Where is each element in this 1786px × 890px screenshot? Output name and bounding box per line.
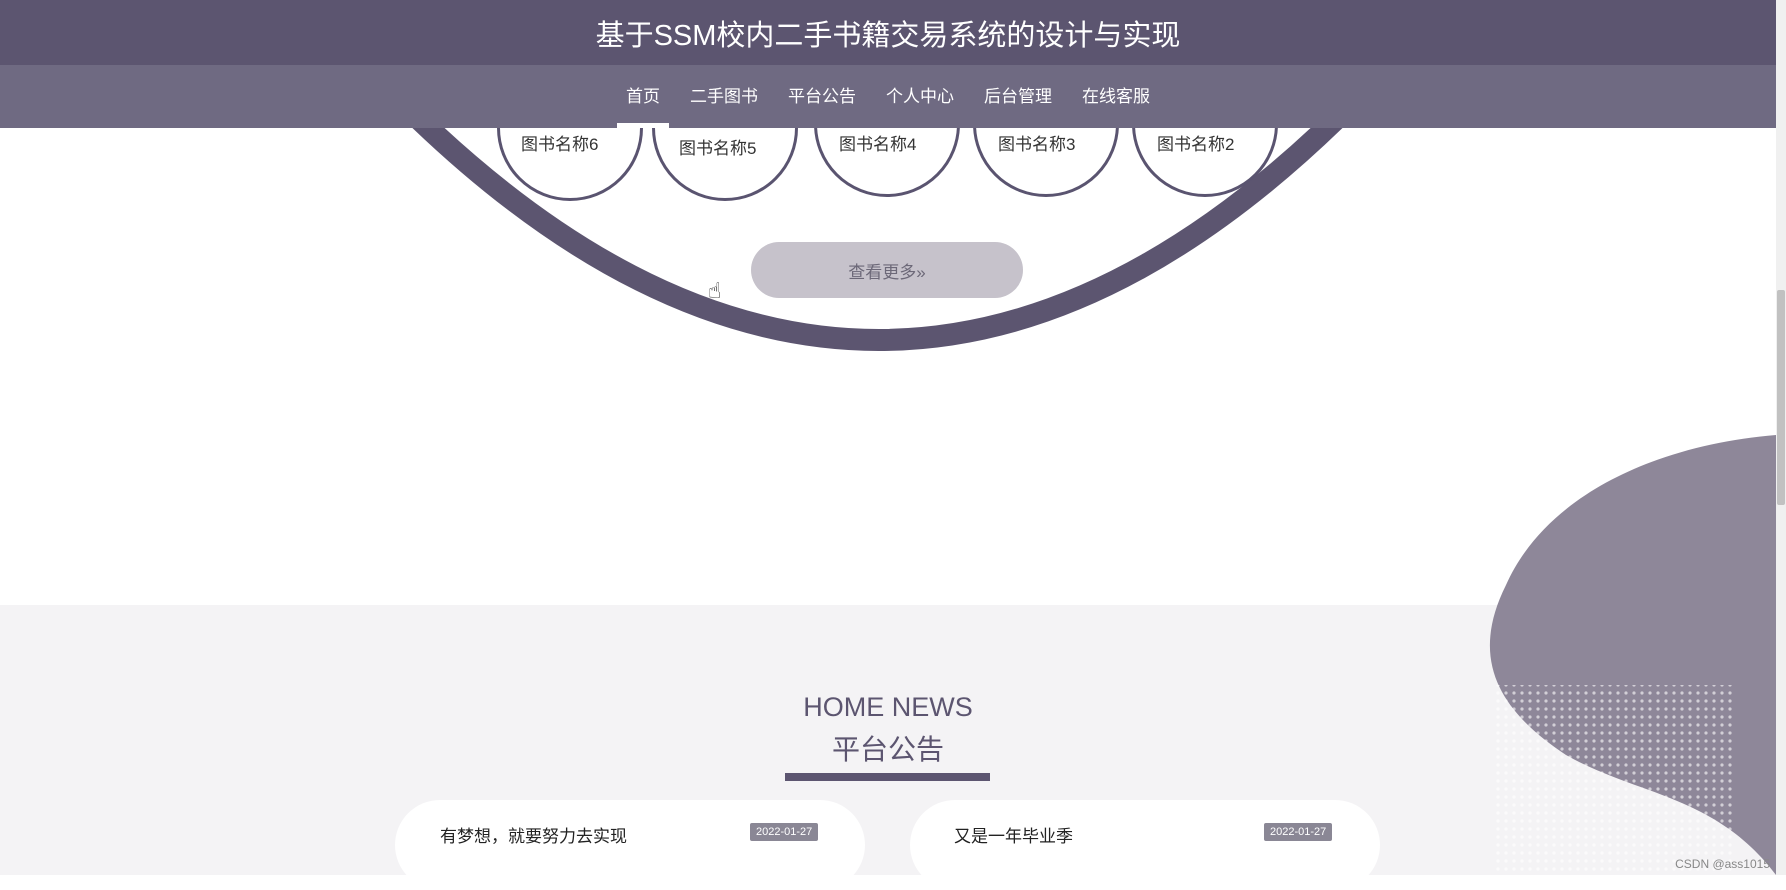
book-title[interactable]: 图书名称2 <box>1157 130 1234 155</box>
nav-item-customer-service[interactable]: 在线客服 <box>1067 65 1165 128</box>
nav-item-announcements[interactable]: 平台公告 <box>773 65 871 128</box>
decorative-blob <box>1489 435 1776 875</box>
news-heading-cn: 平台公告 <box>831 734 944 765</box>
page-scrollbar[interactable] <box>1776 0 1786 875</box>
news-date-badge: 2022-01-27 <box>750 823 819 841</box>
book-title[interactable]: 图书名称4 <box>839 130 916 155</box>
news-title[interactable]: 有梦想，就要努力去实现 <box>440 822 627 847</box>
nav-item-personal-center[interactable]: 个人中心 <box>871 65 969 128</box>
news-date-badge: 2022-01-27 <box>1264 823 1333 841</box>
nav-item-used-books[interactable]: 二手图书 <box>675 65 773 128</box>
book-title[interactable]: 图书名称6 <box>521 130 598 155</box>
hand-cursor-icon: ☝ <box>708 278 722 303</box>
news-divider <box>785 773 990 781</box>
news-title[interactable]: 又是一年毕业季 <box>954 822 1073 847</box>
site-title-bar: 基于SSM校内二手书籍交易系统的设计与实现 <box>0 0 1776 65</box>
site-title: 基于SSM校内二手书籍交易系统的设计与实现 <box>595 19 1181 52</box>
nav-item-admin[interactable]: 后台管理 <box>969 65 1067 128</box>
main-nav: 首页 二手图书 平台公告 个人中心 后台管理 在线客服 <box>0 65 1776 128</box>
nav-item-home[interactable]: 首页 <box>611 65 675 128</box>
news-heading-en: HOME NEWS <box>803 692 973 722</box>
scrollbar-thumb[interactable] <box>1777 290 1785 505</box>
book-title[interactable]: 图书名称5 <box>679 134 756 159</box>
watermark: CSDN @ass1015 <box>1675 857 1770 871</box>
view-more-button[interactable]: 查看更多» <box>751 242 1023 298</box>
book-title[interactable]: 图书名称3 <box>998 130 1075 155</box>
